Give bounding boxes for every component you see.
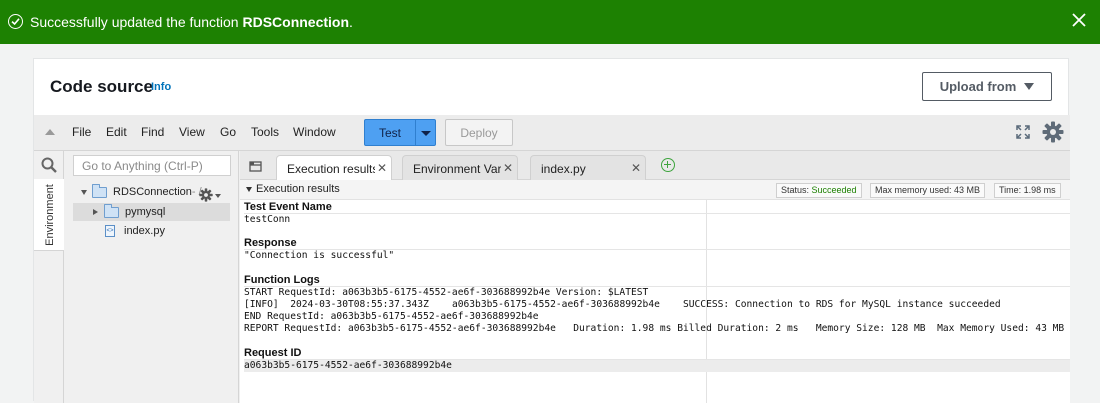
search-icon[interactable] — [41, 157, 57, 173]
status-badge: Status: Succeeded — [776, 183, 862, 198]
tab-label: Execution results — [287, 162, 379, 176]
menu-go[interactable]: Go — [220, 125, 236, 139]
menu-edit[interactable]: Edit — [106, 125, 127, 139]
tab-index-py[interactable]: index.py ✕ — [530, 155, 646, 180]
tree-root-folder[interactable]: RDSConnection - / — [81, 183, 202, 201]
chevron-right-icon — [93, 209, 98, 215]
response-title: Response — [244, 237, 297, 249]
folder-icon — [92, 183, 107, 198]
menu-window[interactable]: Window — [293, 125, 336, 139]
request-id-value[interactable]: a063b3b5-6175-4552-ae6f-303688992b4e — [244, 360, 1070, 372]
deploy-button[interactable]: Deploy — [445, 119, 513, 146]
menu-tools[interactable]: Tools — [251, 125, 279, 139]
tab-label: Environment Vari — [413, 162, 505, 176]
collapse-icon[interactable] — [45, 129, 55, 135]
editor-pane: Execution results ✕ Environment Vari ✕ i… — [240, 151, 1070, 403]
success-banner: Successfully updated the function RDSCon… — [0, 0, 1100, 44]
add-tab-icon[interactable] — [661, 158, 675, 172]
banner-message: Successfully updated the function RDSCon… — [30, 14, 353, 30]
close-icon[interactable]: ✕ — [628, 161, 641, 175]
info-link[interactable]: Info — [151, 81, 171, 93]
function-logs-title: Function Logs — [244, 274, 320, 286]
test-button-label: Test — [378, 125, 401, 140]
banner-message-suffix: . — [349, 14, 353, 30]
tree-item-pymysql[interactable]: pymysql — [73, 203, 230, 221]
ide-menubar: File Edit Find View Go Tools Window Test… — [34, 115, 1070, 151]
status-value: Succeeded — [811, 185, 857, 195]
tree-item-label: index.py — [124, 225, 165, 237]
tab-label: index.py — [541, 162, 586, 176]
folder-icon — [104, 203, 119, 218]
editor-tabbar: Execution results ✕ Environment Vari ✕ i… — [240, 151, 1070, 181]
menu-view[interactable]: View — [179, 125, 205, 139]
results-header: Execution results Status: Succeeded Max … — [240, 180, 1070, 200]
test-dropdown-button[interactable] — [415, 119, 436, 146]
check-circle-icon — [8, 14, 23, 29]
test-event-value: testConn — [244, 214, 291, 225]
menu-file[interactable]: File — [72, 125, 91, 139]
upload-from-label: Upload from — [939, 79, 1017, 94]
test-button[interactable]: Test — [364, 119, 416, 146]
close-icon[interactable]: ✕ — [500, 161, 513, 175]
menu-find[interactable]: Find — [141, 125, 164, 139]
upload-from-button[interactable]: Upload from — [922, 72, 1052, 101]
banner-function-name: RDSConnection — [242, 14, 350, 30]
request-id-title: Request ID — [244, 347, 302, 359]
go-to-anything-input[interactable] — [73, 155, 231, 176]
log-line: [INFO] 2024-03-30T08:55:37.343Z a063b3b5… — [244, 299, 1001, 310]
banner-message-prefix: Successfully updated the function — [30, 14, 243, 30]
max-memory-badge: Max memory used: 43 MB — [870, 183, 986, 198]
caret-down-icon — [1024, 83, 1035, 90]
root-folder-name: RDSConnection — [113, 186, 192, 198]
code-editor: File Edit Find View Go Tools Window Test… — [34, 115, 1070, 403]
file-tree: RDSConnection - / — [65, 151, 239, 403]
tabs-menu-icon[interactable] — [249, 159, 262, 172]
expand-icon[interactable] — [1016, 125, 1030, 139]
close-icon[interactable]: ✕ — [374, 161, 387, 175]
results-title-text: Execution results — [256, 183, 340, 195]
tree-item-index-py[interactable]: <> index.py — [105, 222, 165, 240]
chevron-down-icon — [246, 186, 252, 192]
tab-execution-results[interactable]: Execution results ✕ — [276, 155, 392, 181]
tab-environment-variables[interactable]: Environment Vari ✕ — [402, 155, 518, 180]
execution-output: Test Event Name testConn Response "Conne… — [240, 200, 1070, 403]
tree-item-label: pymysql — [125, 206, 166, 218]
test-event-title: Test Event Name — [244, 201, 332, 213]
tree-settings-gear-icon[interactable] — [199, 188, 213, 202]
log-line: START RequestId: a063b3b5-6175-4552-ae6f… — [244, 287, 649, 298]
divider — [244, 213, 1070, 214]
log-line: END RequestId: a063b3b5-6175-4552-ae6f-3… — [244, 311, 539, 322]
response-value: "Connection is successful" — [244, 250, 395, 261]
deploy-button-label: Deploy — [460, 125, 498, 140]
chevron-down-icon — [421, 131, 431, 136]
results-title[interactable]: Execution results — [246, 183, 340, 195]
ide-side-strip: Environment — [34, 151, 64, 403]
gear-icon[interactable] — [1042, 121, 1064, 143]
time-badge: Time: 1.98 ms — [994, 183, 1061, 198]
chevron-down-icon[interactable] — [215, 194, 221, 198]
status-label: Status: — [781, 185, 812, 195]
panel-title: Code source — [50, 77, 153, 96]
close-icon[interactable] — [1072, 13, 1088, 29]
chevron-down-icon — [81, 189, 87, 195]
tab-environment[interactable]: Environment — [34, 179, 64, 251]
log-line: REPORT RequestId: a063b3b5-6175-4552-ae6… — [244, 323, 1065, 334]
code-source-panel: Code source Info Upload from File Edit F… — [33, 58, 1070, 403]
environment-tab-label: Environment — [44, 184, 56, 246]
file-icon: <> — [105, 225, 115, 237]
